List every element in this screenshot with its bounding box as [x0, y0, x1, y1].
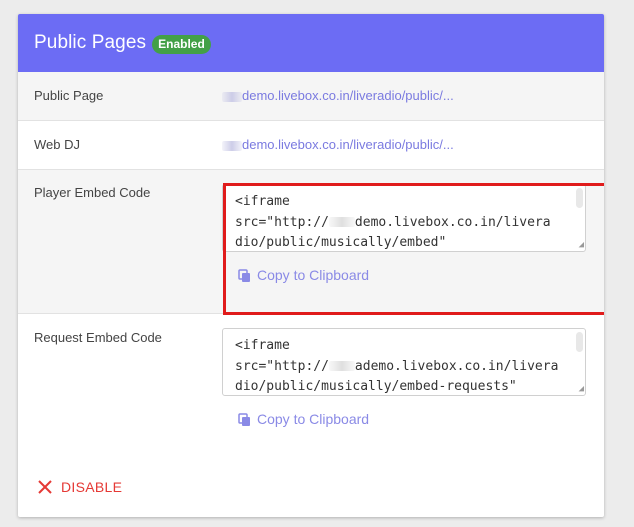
card-title: Public Pages	[34, 32, 147, 53]
scrollbar[interactable]	[576, 332, 583, 352]
redacted-text	[222, 91, 242, 102]
copy-label: Copy to Clipboard	[257, 410, 370, 427]
code-line-prefix: src="http://	[235, 358, 329, 374]
public-page-label: Public Page	[34, 88, 104, 103]
web-dj-link-text: demo.livebox.co.in/liveradio/public/...	[242, 137, 454, 152]
resize-handle-icon[interactable]: ◢	[579, 385, 584, 394]
request-copy-button[interactable]: Copy to Clipboard	[238, 410, 369, 427]
disable-label: DISABLE	[61, 479, 123, 495]
code-line-suffix: ademo.livebox.co.in/livera	[354, 358, 559, 374]
redacted-text	[222, 140, 242, 151]
web-dj-label: Web DJ	[34, 137, 80, 152]
public-page-link-text: demo.livebox.co.in/liveradio/public/...	[242, 88, 454, 103]
code-line: src="http:// ademo.livebox.co.in/livera	[235, 357, 573, 378]
public-page-row: Public Page demo.livebox.co.in/liveradio…	[18, 72, 604, 121]
code-line: <iframe	[235, 338, 290, 353]
status-badge: Enabled	[152, 34, 211, 54]
web-dj-row: Web DJ demo.livebox.co.in/liveradio/publ…	[18, 121, 604, 170]
close-icon	[38, 480, 52, 494]
web-dj-link[interactable]: demo.livebox.co.in/liveradio/public/...	[222, 137, 454, 152]
player-embed-label: Player Embed Code	[34, 185, 151, 200]
disable-button[interactable]: DISABLE	[38, 479, 122, 495]
annotation-highlight-box	[223, 183, 604, 315]
copy-icon	[238, 413, 250, 426]
public-page-link[interactable]: demo.livebox.co.in/liveradio/public/...	[222, 88, 454, 103]
code-line: dio/public/musically/embed-requests"	[235, 379, 517, 394]
public-pages-card: Public Pages Enabled Public Page demo.li…	[18, 14, 604, 517]
card-header: Public Pages Enabled	[18, 14, 604, 72]
request-embed-code-textarea[interactable]: <iframe src="http:// ademo.livebox.co.in/…	[222, 328, 586, 396]
redacted-text	[328, 361, 355, 371]
request-embed-label: Request Embed Code	[34, 330, 162, 345]
